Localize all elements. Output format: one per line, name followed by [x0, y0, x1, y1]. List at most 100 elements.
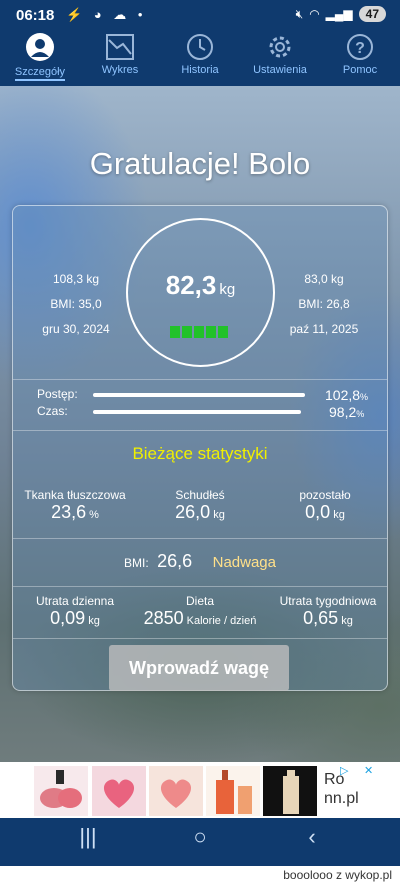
start-weight: 108,3 kg — [52, 272, 100, 286]
lost-stat: Schudłeś 26,0 kg — [138, 488, 262, 523]
adchoices-icon[interactable]: ▷ — [340, 764, 348, 777]
svg-text:?: ? — [355, 40, 365, 57]
weekly-stat: Utrata tygodniowa 0,65 kg — [269, 594, 387, 629]
lip-oil-icon — [40, 770, 82, 808]
notification-icons: ⚡ ◕ ☁ • — [66, 7, 147, 22]
heart-icon — [160, 779, 192, 808]
lost-value: 26,0 — [175, 502, 211, 522]
tab-details[interactable]: Szczegóły — [0, 30, 80, 86]
recent-apps-icon[interactable]: ||| — [68, 824, 108, 860]
tab-history[interactable]: Historia — [160, 30, 240, 86]
fat-label: Tkanka tłuszczowa — [24, 488, 126, 502]
tab-history-label: Historia — [181, 64, 219, 76]
page-title: Gratulacje! Bolo — [89, 146, 311, 181]
product-bottle-icon — [283, 770, 299, 814]
fat-unit: % — [89, 509, 99, 521]
weekly-value: 0,65 — [303, 608, 339, 628]
weekly-label: Utrata tygodniowa — [279, 594, 377, 608]
tab-settings-label: Ustawienia — [253, 64, 307, 76]
ad-product-image[interactable] — [263, 766, 317, 816]
level-bar — [206, 326, 216, 338]
clock-icon — [187, 34, 213, 60]
tab-chart[interactable]: Wykres — [80, 30, 160, 86]
lost-label: Schudłeś — [175, 488, 225, 502]
remaining-stat: pozostało 0,0 kg — [263, 488, 387, 523]
bmi-label: BMI: — [123, 556, 149, 570]
remaining-label: pozostało — [299, 488, 351, 502]
gear-icon — [269, 36, 291, 58]
divider — [13, 586, 387, 587]
ad-banner[interactable]: Ro nn.pl ▷ ✕ — [0, 762, 400, 818]
ad-bottle-image[interactable] — [206, 766, 260, 816]
stats-title: Bieżące statystyki — [132, 444, 268, 463]
goal-weight: 83,0 kg — [304, 272, 344, 286]
level-bar — [218, 326, 228, 338]
mute-icon: 🔇︎ — [295, 6, 304, 21]
time-value: 98,2% — [329, 404, 365, 420]
progress-label: Postęp: — [37, 387, 78, 401]
current-weight-value: 82,3 — [165, 270, 217, 300]
daily-label: Utrata dzienna — [35, 594, 115, 608]
remaining-unit: kg — [333, 509, 345, 521]
ad-lip-oil-image[interactable] — [34, 766, 88, 816]
signal-icon: ▂▄▆ — [325, 7, 353, 21]
level-bar — [170, 326, 180, 338]
weight-level-bars — [170, 326, 228, 338]
tab-chart-label: Wykres — [101, 64, 139, 76]
watermark-text: booolooo z wykop.pl — [283, 868, 392, 882]
status-time: 06:18 — [16, 7, 55, 24]
level-bar — [182, 326, 192, 338]
status-right: 🔇︎ ◠ ▂▄▆ 47 — [296, 6, 386, 22]
ad-heart-image[interactable] — [92, 766, 146, 816]
tab-bar: Szczegóły Wykres Historia Ustawienia ? P… — [0, 30, 400, 86]
system-navigation-bar: ||| ○ ‹ — [0, 818, 400, 866]
lost-unit: kg — [213, 509, 225, 521]
help-icon: ? — [347, 34, 373, 60]
divider — [13, 538, 387, 539]
bmi-value: 26,6 — [157, 551, 193, 571]
home-icon[interactable]: ○ — [180, 824, 220, 860]
ad-text-line2: nn.pl — [324, 790, 359, 807]
tab-help[interactable]: ? Pomoc — [320, 30, 400, 86]
status-bar: 06:18 ⚡ ◕ ☁ • 🔇︎ ◠ ▂▄▆ 47 — [0, 0, 400, 30]
divider — [13, 379, 387, 380]
time-bar — [93, 410, 301, 414]
back-icon[interactable]: ‹ — [292, 824, 332, 860]
daily-stat: Utrata dzienna 0,09 kg — [13, 594, 137, 629]
tab-details-label: Szczegóły — [14, 66, 66, 81]
chart-icon — [106, 34, 134, 60]
enter-weight-button[interactable]: Wprowadź wagę — [109, 645, 289, 691]
progress-value: 102,8% — [325, 387, 369, 403]
ad-heart-image-2[interactable] — [149, 766, 203, 816]
current-weight-circle: 82,3 kg — [126, 218, 275, 367]
daily-unit: kg — [88, 615, 100, 627]
diet-value: 2850 — [143, 608, 184, 628]
weekly-unit: kg — [341, 615, 353, 627]
heart-icon — [103, 779, 135, 808]
bmi-row: BMI: 26,6 Nadwaga — [13, 551, 387, 572]
start-bmi: BMI: 35,0 — [50, 297, 102, 311]
diet-label: Dieta — [185, 594, 214, 608]
goal-date: paź 11, 2025 — [289, 322, 359, 336]
watermark-strip: booolooo z wykop.pl — [0, 866, 400, 886]
close-ad-icon[interactable]: ✕ — [364, 764, 373, 777]
tab-help-label: Pomoc — [342, 64, 378, 76]
divider — [13, 430, 387, 431]
daily-value: 0,09 — [50, 608, 86, 628]
wifi-icon: ◠ — [309, 7, 320, 21]
diet-stat: Dieta 2850 Kalorie / dzień — [133, 594, 267, 629]
level-bar — [194, 326, 204, 338]
stats-panel: 108,3 kg BMI: 35,0 gru 30, 2024 82,3 kg 8… — [12, 205, 388, 691]
divider — [13, 638, 387, 639]
start-date: gru 30, 2024 — [42, 322, 110, 336]
battery-icon: 47 — [358, 6, 386, 22]
time-label: Czas: — [37, 404, 68, 418]
remaining-value: 0,0 — [305, 502, 331, 522]
bmi-category: Nadwaga — [212, 554, 276, 571]
current-weight: 82,3 kg — [128, 270, 273, 301]
tab-settings[interactable]: Ustawienia — [240, 30, 320, 86]
progress-bar — [93, 393, 305, 397]
goal-bmi: BMI: 26,8 — [298, 297, 350, 311]
bottle-icon — [216, 770, 252, 814]
current-weight-unit: kg — [219, 281, 236, 298]
